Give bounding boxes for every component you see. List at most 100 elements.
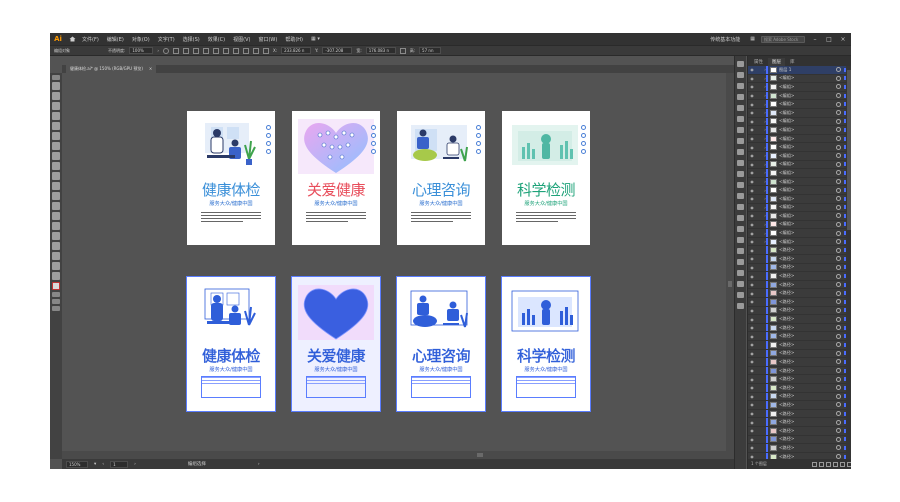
visibility-eye-icon[interactable]: ◉ [748, 102, 756, 107]
color-mode-icon[interactable] [52, 292, 60, 297]
target-circle-icon[interactable] [836, 84, 841, 90]
distribute-icon[interactable] [242, 47, 249, 54]
arrange-documents-icon[interactable]: ▦ ▾ [307, 36, 324, 42]
opacity-field[interactable]: 100% [129, 47, 154, 54]
layer-row[interactable]: ◉ <路径> [748, 375, 851, 384]
tab-libraries[interactable]: 库 [786, 58, 799, 66]
graphic-styles-panel-icon[interactable] [737, 149, 744, 155]
transparency-panel-icon[interactable] [737, 182, 744, 188]
target-circle-icon[interactable] [836, 93, 841, 99]
target-circle-icon[interactable] [836, 67, 841, 73]
visibility-eye-icon[interactable]: ◉ [748, 385, 756, 390]
asset-export-panel-icon[interactable] [737, 259, 744, 265]
type-tool-icon[interactable] [52, 152, 60, 160]
visibility-eye-icon[interactable]: ◉ [748, 84, 756, 89]
visibility-eye-icon[interactable]: ◉ [748, 136, 756, 141]
target-circle-icon[interactable] [836, 196, 841, 202]
rotate-tool-icon[interactable] [52, 162, 60, 170]
layer-row[interactable]: ◉ › <编组> [748, 177, 851, 187]
home-icon[interactable] [66, 33, 78, 45]
workspace-grid-icon[interactable]: ▦ [750, 36, 755, 42]
menu-edit[interactable]: 编辑(E) [103, 36, 128, 43]
poster-psych-consult-selected[interactable]: 心理咨询 服务大众/健康中国 [396, 276, 486, 412]
pathfinder-panel-icon[interactable] [737, 215, 744, 221]
visibility-eye-icon[interactable]: ◉ [748, 196, 756, 201]
menu-view[interactable]: 视图(V) [229, 36, 254, 43]
layer-row[interactable]: ◉ › <编组> [748, 117, 851, 127]
layers-scroll-thumb[interactable] [847, 70, 851, 230]
next-artboard-icon[interactable]: › [134, 462, 136, 467]
transform-panel-icon[interactable] [737, 193, 744, 199]
menu-object[interactable]: 对象(O) [128, 36, 154, 43]
target-circle-icon[interactable] [836, 316, 841, 322]
target-circle-icon[interactable] [836, 239, 841, 245]
visibility-eye-icon[interactable]: ◉ [748, 299, 756, 304]
visibility-eye-icon[interactable]: ◉ [748, 179, 756, 184]
align-left-icon[interactable] [182, 47, 189, 54]
target-circle-icon[interactable] [836, 436, 841, 442]
target-circle-icon[interactable] [836, 325, 841, 331]
visibility-eye-icon[interactable]: ◉ [748, 231, 756, 236]
visibility-eye-icon[interactable]: ◉ [748, 445, 756, 450]
target-circle-icon[interactable] [836, 419, 841, 425]
visibility-eye-icon[interactable]: ◉ [748, 334, 756, 339]
tab-close-icon[interactable]: × [149, 65, 152, 73]
layer-row[interactable]: ◉ › <编组> [748, 186, 851, 195]
menu-type[interactable]: 文字(T) [154, 36, 179, 43]
status-menu-icon[interactable]: › [258, 462, 260, 467]
visibility-eye-icon[interactable]: ◉ [748, 265, 756, 270]
visibility-eye-icon[interactable]: ◉ [748, 351, 756, 356]
target-circle-icon[interactable] [836, 368, 841, 374]
pen-tool-icon[interactable] [52, 102, 60, 110]
pencil-tool-icon[interactable] [52, 142, 60, 150]
gradient-panel-icon[interactable] [737, 171, 744, 177]
free-transform-tool-icon[interactable] [52, 192, 60, 200]
target-circle-icon[interactable] [836, 290, 841, 296]
visibility-eye-icon[interactable]: ◉ [748, 162, 756, 167]
visibility-eye-icon[interactable]: ◉ [748, 119, 756, 124]
layer-row[interactable]: ◉ › <编组> [748, 91, 851, 101]
delete-layer-icon[interactable] [847, 461, 851, 467]
x-field[interactable]: 233.826 n [281, 47, 312, 54]
new-sublayer-icon[interactable] [833, 461, 838, 467]
target-circle-icon[interactable] [836, 110, 841, 116]
layer-row[interactable]: ◉ <路径> [748, 366, 851, 376]
brushes-panel-icon[interactable] [737, 94, 744, 100]
more-tools-icon[interactable] [52, 306, 60, 311]
poster-health-check[interactable]: 健康体检 服务大众/健康中国 [187, 111, 275, 245]
shape-builder-tool-icon[interactable] [52, 202, 60, 210]
target-circle-icon[interactable] [836, 247, 841, 253]
clipping-mask-icon[interactable] [826, 461, 831, 467]
warp-tool-icon[interactable] [52, 182, 60, 190]
rectangle-tool-icon[interactable] [52, 122, 60, 130]
target-circle-icon[interactable] [836, 153, 841, 159]
visibility-eye-icon[interactable]: ◉ [748, 317, 756, 322]
artboard-number-field[interactable]: 1 [110, 460, 129, 468]
layer-row[interactable]: ◉ › <编组> [748, 160, 851, 170]
collect-export-icon[interactable] [812, 461, 817, 467]
visibility-eye-icon[interactable]: ◉ [748, 325, 756, 330]
prev-artboard-icon[interactable]: ‹ [102, 462, 104, 467]
layer-row[interactable]: ◉ <路径> [748, 332, 851, 341]
canvas-horizontal-scrollbar[interactable] [62, 451, 734, 459]
visibility-eye-icon[interactable]: ◉ [748, 93, 756, 98]
align-bottom-icon[interactable] [232, 47, 239, 54]
visibility-eye-icon[interactable]: ◉ [748, 368, 756, 373]
layer-row[interactable]: ◉ <路径> [748, 255, 851, 264]
target-circle-icon[interactable] [836, 282, 841, 288]
target-circle-icon[interactable] [836, 393, 841, 399]
distribute-2-icon[interactable] [252, 47, 259, 54]
layer-row[interactable]: ◉ <路径> [748, 298, 851, 307]
stock-search-input[interactable]: 搜索 Adobe Stock [761, 35, 805, 43]
layer-row[interactable]: ◉ <路径> [748, 306, 851, 316]
new-layer-icon[interactable] [840, 461, 845, 467]
target-circle-icon[interactable] [836, 136, 841, 142]
visibility-eye-icon[interactable]: ◉ [748, 127, 756, 132]
target-circle-icon[interactable] [836, 127, 841, 133]
scale-tool-icon[interactable] [52, 172, 60, 180]
menu-window[interactable]: 窗口(W) [254, 36, 281, 43]
layer-row[interactable]: ◉ <路径> [748, 272, 851, 281]
appearance-panel-icon[interactable] [737, 138, 744, 144]
target-circle-icon[interactable] [836, 256, 841, 262]
layer-row[interactable]: ◉ › <编组> [748, 126, 851, 135]
